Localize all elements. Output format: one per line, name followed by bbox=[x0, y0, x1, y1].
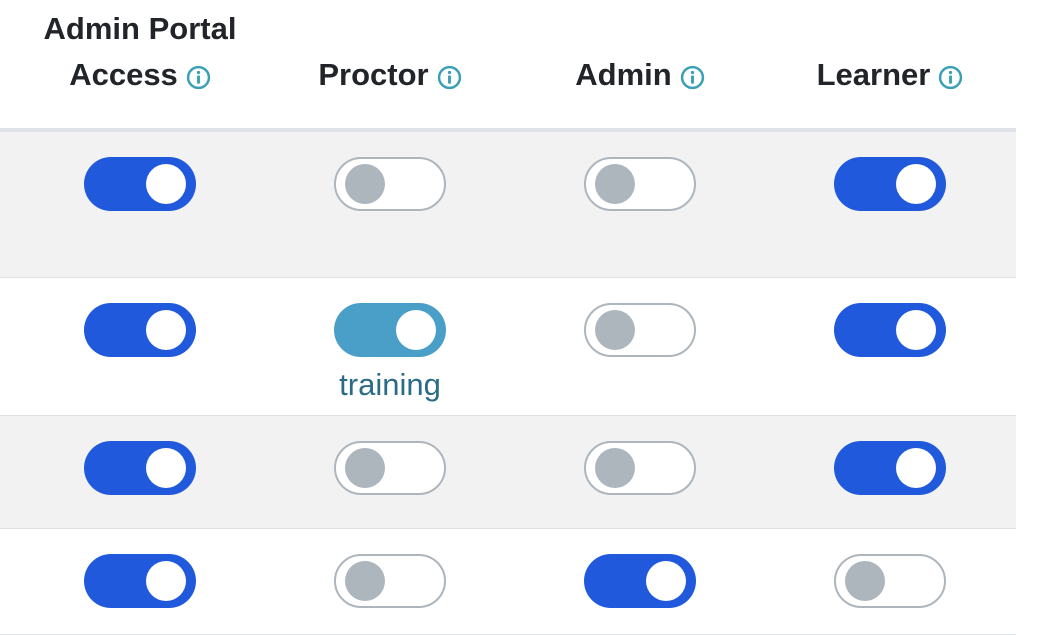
admin-portal-access-toggle[interactable] bbox=[84, 554, 196, 608]
toggle-knob bbox=[396, 310, 436, 350]
toggle-knob bbox=[146, 561, 186, 601]
column-header-proctor: Proctor bbox=[265, 0, 515, 128]
admin-portal-access-toggle[interactable] bbox=[84, 157, 196, 211]
column-header-admin: Admin bbox=[515, 0, 765, 128]
table-row bbox=[0, 416, 1016, 529]
toggle-knob bbox=[646, 561, 686, 601]
toggle-knob bbox=[896, 448, 936, 488]
training-label: training bbox=[339, 367, 441, 402]
cell-admin bbox=[515, 441, 765, 495]
toggle-knob bbox=[595, 164, 635, 204]
admin-toggle[interactable] bbox=[584, 441, 696, 495]
column-header-label: Proctor bbox=[318, 57, 429, 92]
table-header: Admin Portal Access Proctor Admin Learne… bbox=[0, 0, 1016, 132]
proctor-toggle[interactable] bbox=[334, 157, 446, 211]
proctor-toggle[interactable] bbox=[334, 554, 446, 608]
proctor-toggle[interactable] bbox=[334, 441, 446, 495]
cell-learner bbox=[765, 554, 1015, 608]
learner-toggle[interactable] bbox=[834, 157, 946, 211]
table-row bbox=[0, 132, 1016, 278]
info-circle-icon[interactable] bbox=[680, 65, 705, 90]
toggle-knob bbox=[595, 310, 635, 350]
cell-admin-portal-access bbox=[15, 303, 265, 357]
toggle-knob bbox=[146, 310, 186, 350]
toggle-knob bbox=[345, 448, 385, 488]
column-header-line1: Admin Portal bbox=[43, 11, 237, 46]
toggle-knob bbox=[345, 164, 385, 204]
column-header-admin-portal-access: Admin Portal Access bbox=[15, 0, 265, 128]
toggle-knob bbox=[345, 561, 385, 601]
toggle-knob bbox=[595, 448, 635, 488]
cell-learner bbox=[765, 157, 1015, 211]
admin-toggle[interactable] bbox=[584, 157, 696, 211]
cell-proctor bbox=[265, 441, 515, 495]
learner-toggle[interactable] bbox=[834, 441, 946, 495]
table-row bbox=[0, 529, 1016, 635]
cell-learner bbox=[765, 441, 1015, 495]
roles-table: Admin Portal Access Proctor Admin Learne… bbox=[0, 0, 1016, 635]
cell-learner bbox=[765, 303, 1015, 357]
toggle-knob bbox=[146, 164, 186, 204]
column-header-label: Admin bbox=[575, 57, 672, 92]
toggle-knob bbox=[896, 164, 936, 204]
cell-proctor: training bbox=[265, 303, 515, 403]
column-header-label: Access bbox=[69, 57, 178, 92]
info-circle-icon[interactable] bbox=[437, 65, 462, 90]
info-circle-icon[interactable] bbox=[938, 65, 963, 90]
cell-admin-portal-access bbox=[15, 441, 265, 495]
admin-toggle[interactable] bbox=[584, 554, 696, 608]
admin-toggle[interactable] bbox=[584, 303, 696, 357]
cell-admin-portal-access bbox=[15, 554, 265, 608]
cell-proctor bbox=[265, 554, 515, 608]
toggle-knob bbox=[896, 310, 936, 350]
cell-admin bbox=[515, 554, 765, 608]
toggle-knob bbox=[845, 561, 885, 601]
toggle-knob bbox=[146, 448, 186, 488]
cell-admin bbox=[515, 157, 765, 211]
learner-toggle[interactable] bbox=[834, 554, 946, 608]
cell-admin-portal-access bbox=[15, 157, 265, 211]
cell-admin bbox=[515, 303, 765, 357]
table-row: training bbox=[0, 278, 1016, 416]
cell-proctor bbox=[265, 157, 515, 211]
column-header-learner: Learner bbox=[765, 0, 1015, 128]
admin-portal-access-toggle[interactable] bbox=[84, 303, 196, 357]
learner-toggle[interactable] bbox=[834, 303, 946, 357]
info-circle-icon[interactable] bbox=[186, 65, 211, 90]
admin-portal-access-toggle[interactable] bbox=[84, 441, 196, 495]
table-body: training bbox=[0, 132, 1016, 635]
proctor-toggle[interactable] bbox=[334, 303, 446, 357]
column-header-label: Learner bbox=[816, 57, 931, 92]
